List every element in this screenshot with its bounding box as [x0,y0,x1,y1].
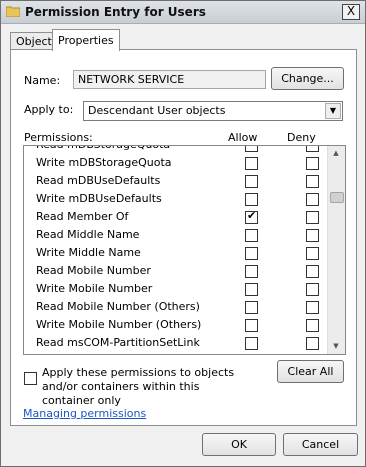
permission-name: Read msCOM-PartitionSetLink [36,336,200,349]
window-title: Permission Entry for Users [25,5,206,19]
permission-name: Read mDBUseDefaults [36,174,161,187]
allow-checkbox[interactable] [245,175,258,188]
clear-all-button[interactable]: Clear All [277,360,344,383]
apply-checkbox-label: Apply these permissions to objects and/o… [42,366,235,407]
deny-checkbox[interactable] [306,283,319,296]
apply-to-value: Descendant User objects [88,104,226,117]
permission-name: Read Mobile Number (Others) [36,300,200,313]
allow-checkbox[interactable] [245,283,258,296]
permission-row: Read Mobile Number [24,262,327,280]
allow-checkbox[interactable] [245,229,258,242]
allow-checkbox[interactable] [245,247,258,260]
change-button[interactable]: Change... [271,67,344,90]
allow-checkbox[interactable] [245,146,258,152]
deny-header: Deny [287,131,316,144]
allow-checkbox[interactable] [245,301,258,314]
permission-row: Read Middle Name [24,226,327,244]
permission-row: Write Mobile Number (Others) [24,316,327,334]
deny-checkbox[interactable] [306,319,319,332]
tab-properties[interactable]: Properties [52,29,120,51]
permission-row: Read Member Of ✔ [24,208,327,226]
cancel-button[interactable]: Cancel [283,433,358,456]
close-button[interactable]: X [342,4,360,20]
title-bar: Permission Entry for Users X [1,1,365,24]
scroll-down-icon[interactable]: ▼ [328,339,344,353]
allow-checkbox[interactable] [245,319,258,332]
scrollbar[interactable]: ▲ ▼ [327,146,345,354]
permissions-list: Read mDBStorageQuota Write mDBStorageQuot… [23,145,346,355]
deny-checkbox[interactable] [306,229,319,242]
ok-button[interactable]: OK [202,433,276,456]
permission-name: Read mDBStorageQuota [36,146,170,151]
permission-row: Read msCOM-PartitionSetLink [24,334,327,352]
name-label: Name: [24,74,61,87]
deny-checkbox[interactable] [306,146,319,152]
apply-to-label: Apply to: [24,103,74,116]
deny-checkbox[interactable] [306,247,319,260]
allow-checkbox[interactable] [245,337,258,350]
name-field: NETWORK SERVICE [73,70,266,89]
deny-checkbox[interactable] [306,301,319,314]
permissions-label: Permissions: [24,131,93,144]
deny-checkbox[interactable] [306,193,319,206]
allow-checkbox[interactable] [245,265,258,278]
permission-row: Read Mobile Number (Others) [24,298,327,316]
allow-checkbox[interactable] [245,157,258,170]
permission-name: Read Middle Name [36,228,140,241]
deny-checkbox[interactable] [306,175,319,188]
apply-checkbox[interactable] [24,372,37,385]
permission-row: Write mDBStorageQuota [24,154,327,172]
folder-icon [6,6,20,17]
chevron-down-icon[interactable]: ▼ [325,103,341,119]
checkmark-icon: ✔ [247,209,257,222]
allow-checkbox[interactable]: ✔ [245,209,258,224]
permission-name: Write Mobile Number (Others) [36,318,202,331]
deny-checkbox[interactable] [306,265,319,278]
scrollbar-thumb[interactable] [330,192,344,203]
allow-checkbox[interactable] [245,193,258,206]
permission-row: Write Middle Name [24,244,327,262]
permission-row: Read mDBUseDefaults [24,172,327,190]
permission-row: Read mDBStorageQuota [24,146,327,154]
permission-name: Write Mobile Number [36,282,153,295]
deny-checkbox[interactable] [306,157,319,170]
permission-name: Read Mobile Number [36,264,151,277]
permission-name: Read Member Of [36,210,129,223]
permission-name: Write Middle Name [36,246,141,259]
permission-entry-dialog: Permission Entry for Users X Object Prop… [0,0,366,467]
permission-name: Write mDBUseDefaults [36,192,162,205]
properties-panel: Name: NETWORK SERVICE Change... Apply to… [10,49,357,426]
permission-name: Write mDBStorageQuota [36,156,172,169]
deny-checkbox[interactable] [306,211,319,224]
deny-checkbox[interactable] [306,337,319,350]
managing-permissions-link[interactable]: Managing permissions [23,407,146,420]
allow-header: Allow [228,131,258,144]
permission-row: Write mDBUseDefaults [24,190,327,208]
scroll-up-icon[interactable]: ▲ [328,146,344,160]
permission-row: Write Mobile Number [24,280,327,298]
apply-to-select[interactable]: Descendant User objects ▼ [83,101,343,121]
